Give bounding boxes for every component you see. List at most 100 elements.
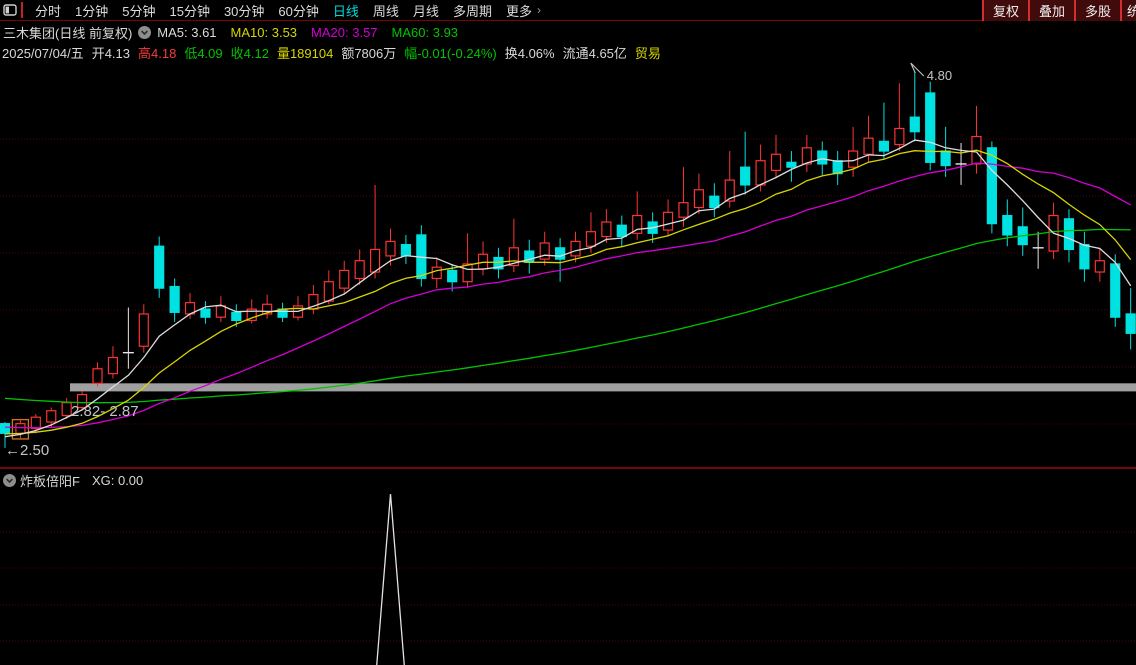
high-annotation: 4.80 [927,68,952,83]
candle[interactable] [1003,216,1012,235]
quote-row: 2025/07/04/五 开4.13 高4.18 低4.09 收4.12 量189104… [2,43,669,61]
candle[interactable] [679,203,688,218]
indicator-name[interactable]: 炸板倍阳F [20,471,80,490]
quote-field-2: 低4.09 [184,43,222,62]
ma-legend-item-2: MA20: 3.57 [311,25,378,40]
gap-annotation: 2.82- 2.87 [71,403,139,420]
quote-field-3: 收4.12 [231,43,269,62]
ma-legend: MA5: 3.61MA10: 3.53MA20: 3.57MA60: 3.93 [157,25,472,40]
period-tab-3[interactable]: 15分钟 [162,1,216,20]
period-tab-5[interactable]: 60分钟 [271,1,325,20]
candle[interactable] [818,151,827,164]
candle[interactable] [664,212,673,230]
panel-divider[interactable] [0,467,1136,469]
quote-field-9[interactable]: 贸易 [635,43,661,62]
candlestick-chart[interactable]: 4.80 2.82- 2.87 ←2.50 [0,60,1136,467]
quote-field-7: 换4.06% [505,43,555,62]
candle[interactable] [586,232,595,247]
candle[interactable] [1095,261,1104,272]
candle[interactable] [340,270,349,288]
candle[interactable] [787,162,796,167]
low-annotation: ←2.50 [5,442,49,459]
toolbar-right-buttons: 复权叠加多股统 [982,0,1136,21]
quote-field-4: 量189104 [277,43,333,62]
indicator-header: 炸板倍阳F XG: 0.00 [3,471,143,489]
more-arrow-icon[interactable]: › [537,3,541,17]
period-tab-10[interactable]: 更多 [499,1,539,20]
toolbar-button-2[interactable]: 多股 [1074,0,1120,21]
candle[interactable] [556,248,565,259]
candle[interactable] [879,141,888,151]
quote-fields: 开4.13 高4.18 低4.09 收4.12 量189104 额7806万幅-0.01(… [92,43,669,62]
candle[interactable] [448,270,457,281]
gap-band [70,383,1136,391]
candle[interactable] [895,128,904,144]
candle[interactable] [463,264,472,282]
toolbar-divider [21,2,23,18]
candle[interactable] [201,309,210,317]
candle[interactable] [479,254,488,269]
candle[interactable] [602,222,611,237]
period-tab-0[interactable]: 分时 [28,1,68,20]
period-tab-7[interactable]: 周线 [366,1,406,20]
candle[interactable] [756,161,765,185]
ma-legend-item-1: MA10: 3.53 [231,25,298,40]
quote-date: 2025/07/04/五 [2,43,84,62]
chevron-down-icon[interactable] [3,474,16,487]
candle[interactable] [571,241,580,256]
candle[interactable] [139,314,148,346]
period-tab-4[interactable]: 30分钟 [217,1,271,20]
period-tab-8[interactable]: 月线 [406,1,446,20]
quote-field-5: 额7806万 [341,43,396,62]
candle[interactable] [170,287,179,313]
candle[interactable] [772,154,781,170]
candle[interactable] [108,358,117,374]
stock-title[interactable]: 三木集团(日线 前复权) [3,23,132,42]
candle[interactable] [941,151,950,166]
toolbar: 分时1分钟5分钟15分钟30分钟60分钟日线周线月线多周期更多 › 复权叠加多股… [0,0,1136,21]
indicator-chart[interactable] [0,490,1136,665]
period-tab-1[interactable]: 1分钟 [68,1,115,20]
toolbar-button-3[interactable]: 统 [1120,0,1136,21]
period-tab-2[interactable]: 5分钟 [115,1,162,20]
candle[interactable] [386,241,395,256]
candle[interactable] [232,312,241,320]
high-annotation-pointer [911,63,924,76]
quote-field-1: 高4.18 [138,43,176,62]
candle[interactable] [1126,314,1135,333]
candle[interactable] [1111,264,1120,317]
stock-app-window: { "toolbar": { "periods": ["分时","1分钟","5… [0,0,1136,665]
info-row: 三木集团(日线 前复权) MA5: 3.61MA10: 3.53MA20: 3.… [3,23,472,41]
chevron-down-icon[interactable] [138,26,151,39]
window-layout-icon[interactable] [3,4,17,16]
toolbar-button-1[interactable]: 叠加 [1028,0,1074,21]
candle[interactable] [155,246,164,288]
candle[interactable] [987,148,996,224]
candle[interactable] [432,267,441,278]
period-tab-6[interactable]: 日线 [326,1,366,20]
candle[interactable] [1080,245,1089,269]
period-tab-9[interactable]: 多周期 [446,1,499,20]
quote-field-0: 开4.13 [92,43,130,62]
candle[interactable] [864,138,873,154]
candle[interactable] [1064,219,1073,250]
candle[interactable] [617,225,626,236]
indicator-spike [377,494,405,665]
candle[interactable] [401,245,410,256]
candle[interactable] [324,282,333,301]
candle[interactable] [710,196,719,207]
candle[interactable] [1,424,10,434]
candle[interactable] [910,117,919,132]
toolbar-button-0[interactable]: 复权 [982,0,1028,21]
candle[interactable] [16,424,25,434]
candle[interactable] [355,261,364,279]
candle[interactable] [93,369,102,384]
candle[interactable] [216,306,225,317]
candle[interactable] [62,403,71,416]
candle[interactable] [31,417,40,428]
candle[interactable] [47,411,56,422]
candle[interactable] [741,167,750,185]
candle[interactable] [694,190,703,208]
quote-field-6: 幅-0.01(-0.24%) [404,43,496,62]
quote-field-8: 流通4.65亿 [563,43,627,62]
